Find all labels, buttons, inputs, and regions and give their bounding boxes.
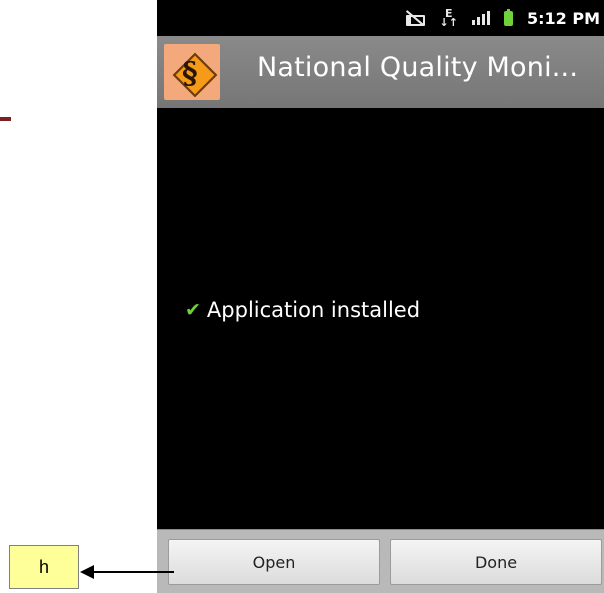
battery-icon (503, 8, 513, 26)
network-edge-icon: E ↓↑ (439, 7, 458, 29)
status-bar: E ↓↑ 5:12 PM (157, 0, 604, 36)
annotation-side-mark (0, 117, 11, 121)
mute-icon (404, 9, 426, 27)
install-status: ✔ Application installed (185, 298, 420, 322)
status-time: 5:12 PM (526, 8, 600, 28)
install-status-text: Application installed (206, 298, 421, 322)
install-content: ✔ Application installed (157, 108, 604, 534)
annotation-label: h (9, 545, 79, 589)
open-button[interactable]: Open (168, 539, 380, 585)
annotation-arrow-line (92, 571, 174, 573)
done-button[interactable]: Done (390, 539, 602, 585)
button-bar: Open Done (157, 529, 604, 593)
network-label: E (445, 7, 453, 20)
app-title: National Quality Moni... (257, 52, 579, 83)
check-icon: ✔ (185, 299, 201, 321)
app-logo-icon: § (164, 44, 220, 100)
signal-icon (471, 11, 490, 25)
phone-screen: E ↓↑ 5:12 PM § National Quality Moni... ✔… (157, 0, 604, 593)
status-icons: E ↓↑ 5:12 PM (404, 0, 604, 36)
app-title-bar: § National Quality Moni... (157, 36, 604, 108)
